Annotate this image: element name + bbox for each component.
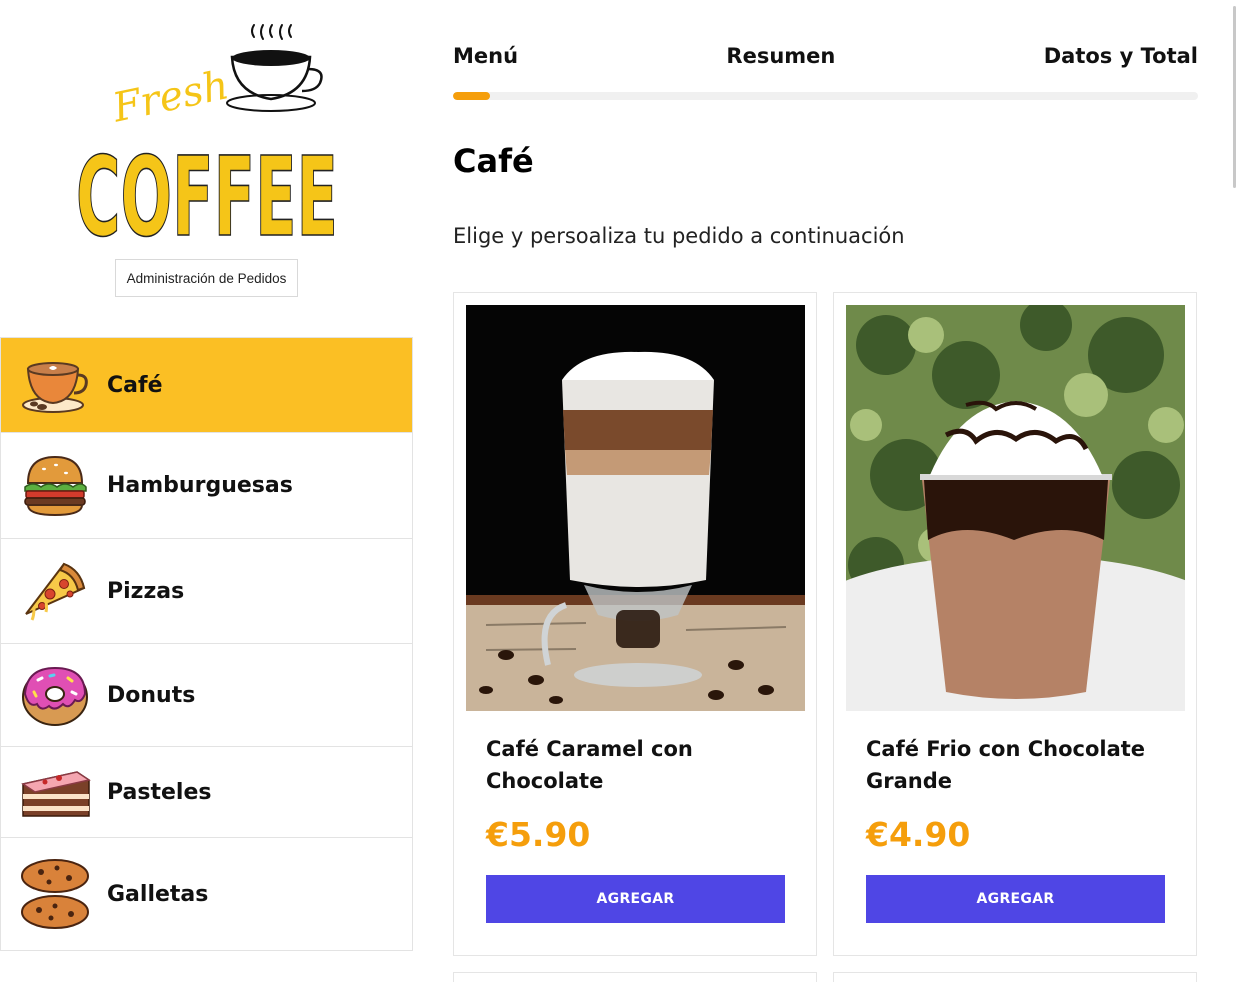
page-subtitle: Elige y persoaliza tu pedido a continuac… <box>453 224 905 248</box>
category-item-cafe[interactable]: Café <box>0 337 413 433</box>
product-image-iced-mocha <box>846 305 1185 711</box>
category-item-donuts[interactable]: Donuts <box>0 644 413 747</box>
category-list: Café Hamburguesas Pizzas Donuts Pasteles… <box>0 337 413 951</box>
category-label: Pasteles <box>107 779 212 805</box>
category-item-pasteles[interactable]: Pasteles <box>0 747 413 838</box>
cake-icon <box>19 756 91 828</box>
pizza-icon <box>19 555 91 627</box>
page-title: Café <box>453 142 534 180</box>
donut-icon <box>19 659 91 731</box>
add-to-order-button[interactable]: AGREGAR <box>486 875 785 923</box>
product-price: €4.90 <box>866 815 971 854</box>
product-name: Café Frio con Chocolate Grande <box>866 737 1146 793</box>
fresh-coffee-logo: Fresh COFFEE <box>70 15 345 262</box>
category-label: Galletas <box>107 881 209 907</box>
product-card <box>833 972 1197 982</box>
main-content: Menú Resumen Datos y Total Café Elige y … <box>453 0 1198 982</box>
category-item-hamburguesas[interactable]: Hamburguesas <box>0 433 413 539</box>
coffee-cup-icon <box>19 349 91 421</box>
progress-bar <box>453 92 1198 100</box>
product-card: Café Frio con Chocolate Grande €4.90 AGR… <box>833 292 1197 956</box>
category-item-pizzas[interactable]: Pizzas <box>0 539 413 644</box>
order-steps: Menú Resumen Datos y Total <box>453 44 1198 68</box>
product-card <box>453 972 817 982</box>
add-to-order-button[interactable]: AGREGAR <box>866 875 1165 923</box>
category-item-galletas[interactable]: Galletas <box>0 838 413 951</box>
sidebar: Fresh COFFEE Administración de Pedidos C… <box>0 0 413 982</box>
admin-orders-button[interactable]: Administración de Pedidos <box>115 259 298 297</box>
step-resumen[interactable]: Resumen <box>726 44 835 68</box>
product-price: €5.90 <box>486 815 591 854</box>
product-card: Café Caramel con Chocolate €5.90 AGREGAR <box>453 292 817 956</box>
step-menu[interactable]: Menú <box>453 44 518 68</box>
progress-fill <box>453 92 491 100</box>
svg-text:Fresh: Fresh <box>108 62 233 131</box>
svg-text:COFFEE: COFFEE <box>76 133 338 245</box>
product-image-latte <box>466 305 805 711</box>
category-label: Café <box>107 372 163 398</box>
category-label: Hamburguesas <box>107 473 293 498</box>
product-name: Café Caramel con Chocolate <box>486 737 693 793</box>
category-label: Donuts <box>107 682 196 708</box>
step-datos-total[interactable]: Datos y Total <box>1044 44 1198 68</box>
category-label: Pizzas <box>107 578 185 604</box>
burger-icon <box>19 450 91 522</box>
cookies-icon <box>19 858 91 930</box>
page-scrollbar[interactable] <box>1233 6 1236 188</box>
